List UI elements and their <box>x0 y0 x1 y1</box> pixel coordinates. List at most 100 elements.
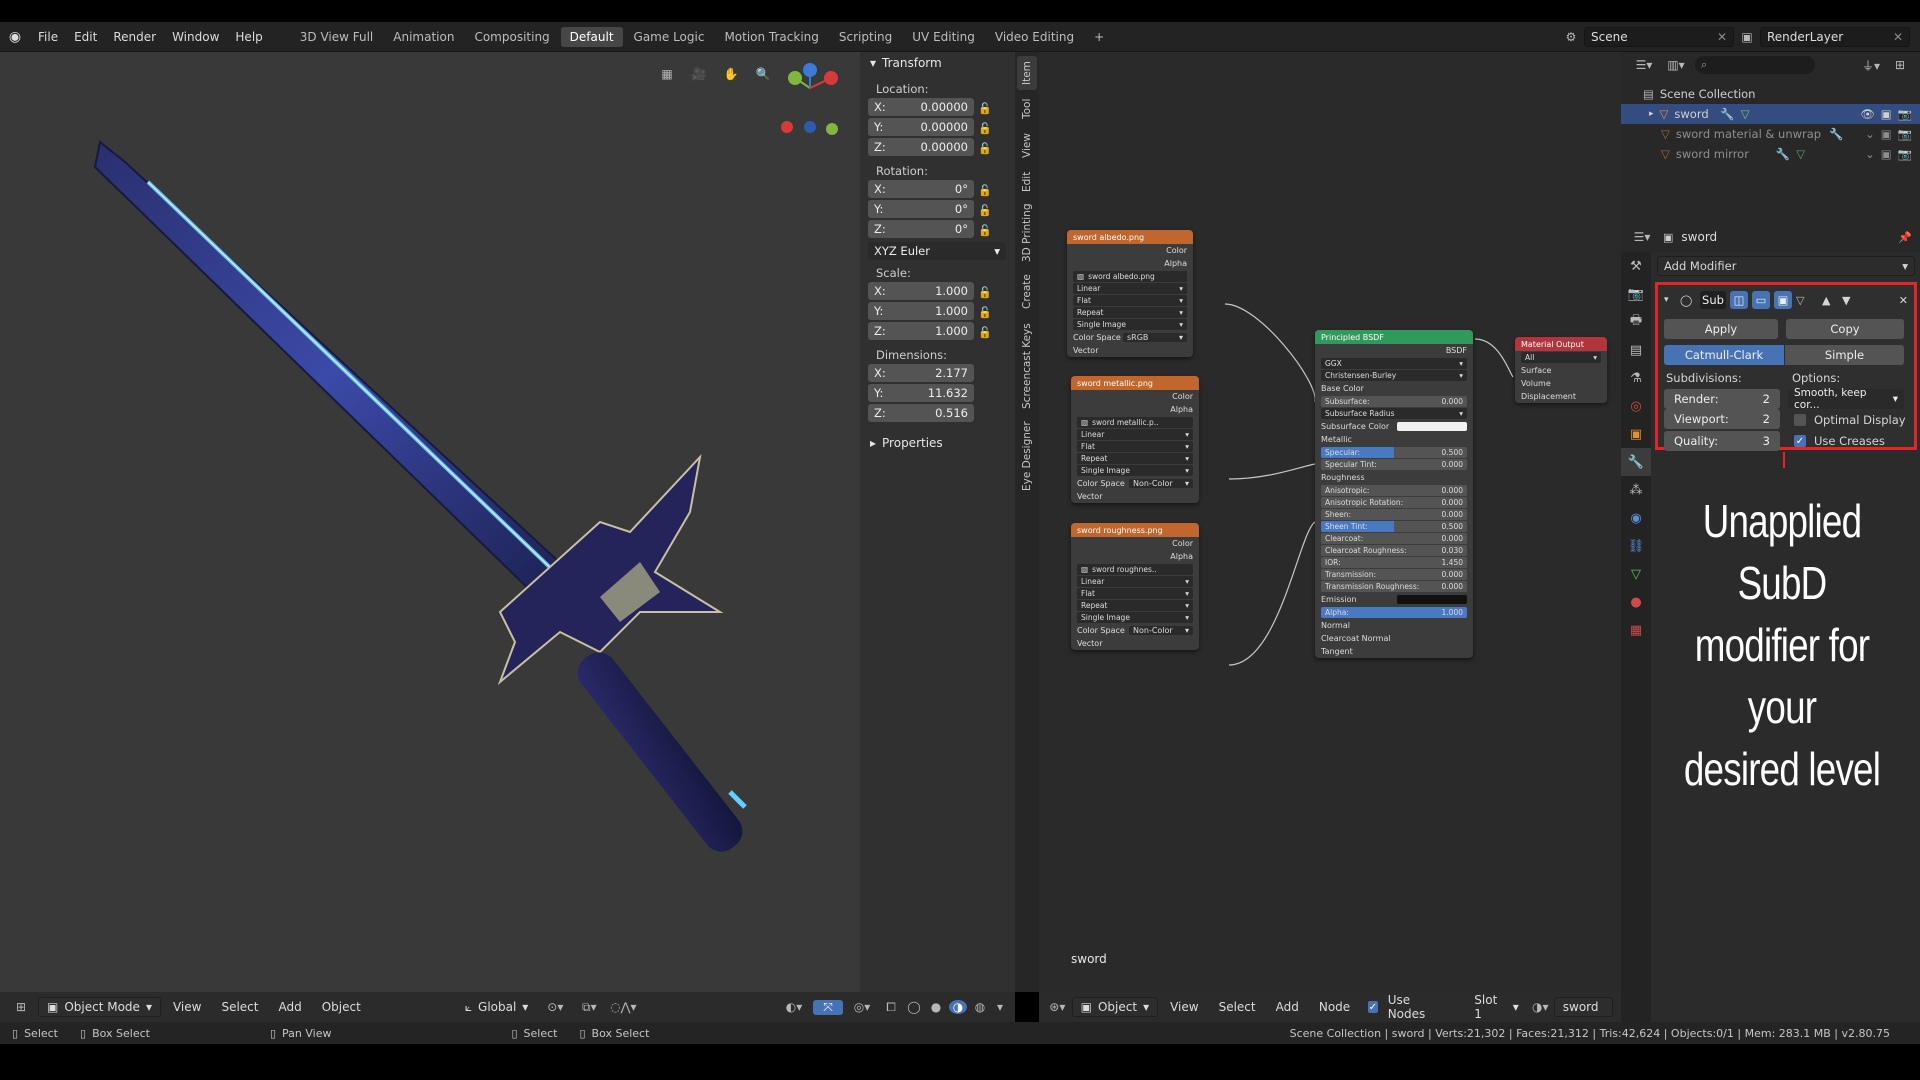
show-in-render-icon[interactable]: ▣ <box>1774 291 1792 309</box>
scale-field[interactable]: Z: 1.000 <box>868 322 974 340</box>
bsdf-slider[interactable]: Specular: 0.500 <box>1321 447 1467 458</box>
lock-icon[interactable]: 🔓 <box>974 204 996 217</box>
tab-view[interactable]: View <box>1017 130 1037 162</box>
modifier-name-field[interactable]: Sub <box>1700 291 1726 309</box>
node-header[interactable]: sword metallic.png <box>1071 376 1199 390</box>
object-mode-dropdown[interactable]: ▣ Object Mode ▾ <box>38 997 161 1017</box>
node-dropdown-source[interactable]: Single Image ▾ <box>1077 612 1193 623</box>
location-field[interactable]: Y: 0.00000 <box>868 118 974 136</box>
texture-tab-icon[interactable]: ▦ <box>1621 616 1651 644</box>
render-layer-icon[interactable]: ▣ <box>1734 30 1760 44</box>
wireframe-shading-icon[interactable]: ◯ <box>905 1000 923 1014</box>
location-field[interactable]: X: 0.00000 <box>868 98 974 116</box>
apply-button[interactable]: Apply <box>1664 319 1778 339</box>
show-in-viewport-icon[interactable]: ▭ <box>1752 291 1770 309</box>
viewport-menu-add[interactable]: Add <box>270 998 309 1016</box>
color-swatch[interactable] <box>1397 595 1467 604</box>
modifier-collapse-icon[interactable]: ▾ <box>1664 295 1676 305</box>
node-dropdown-ext[interactable]: Repeat ▾ <box>1077 600 1193 611</box>
render-toggle-icon[interactable]: 📷 <box>1898 107 1912 121</box>
lock-icon[interactable]: 🔓 <box>974 326 996 339</box>
data-tab-icon[interactable]: ▽ <box>1621 560 1651 588</box>
copy-button[interactable]: Copy <box>1786 319 1904 339</box>
remove-modifier-icon[interactable]: ✕ <box>1899 294 1908 307</box>
modifier-tab-icon[interactable]: 🔧 <box>1621 448 1651 476</box>
lock-icon[interactable]: 🔓 <box>974 306 996 319</box>
image-selector[interactable]: ▧ sword roughnes.. <box>1077 564 1193 575</box>
new-collection-icon[interactable]: ⊞ <box>1890 58 1910 72</box>
tab-eye-designer[interactable]: Eye Designer <box>1017 418 1037 494</box>
rotation-field[interactable]: Z: 0° <box>868 220 974 238</box>
tab-edit[interactable]: Edit <box>1017 168 1037 196</box>
node-menu-node[interactable]: Node <box>1311 998 1358 1016</box>
principled-bsdf-node[interactable]: Principled BSDF BSDF GGX ▾ Christensen-Burle… <box>1315 330 1473 658</box>
bsdf-slider[interactable]: Transmission: 0.000 <box>1321 569 1467 580</box>
scene-selector[interactable]: Scene ✕ <box>1584 26 1734 47</box>
tab-3d-printing[interactable]: 3D Printing <box>1017 202 1037 264</box>
gizmo-toggle-icon[interactable]: ⤧ <box>813 999 843 1015</box>
use-nodes-checkbox[interactable]: ✓ <box>1368 1001 1378 1013</box>
node-dropdown-proj[interactable]: Flat ▾ <box>1077 441 1193 452</box>
node-dropdown-ext[interactable]: Repeat ▾ <box>1077 453 1193 464</box>
render-layer-selector[interactable]: RenderLayer ✕ <box>1760 26 1910 47</box>
material-name-field[interactable]: sword <box>1553 997 1613 1017</box>
world-tab-icon[interactable]: ◎ <box>1621 392 1651 420</box>
outliner-search-field[interactable]: ⌕ <box>1695 56 1815 74</box>
dimension-field[interactable]: Y: 11.632 <box>868 384 974 402</box>
bsdf-slider[interactable]: IOR: 1.450 <box>1321 557 1467 568</box>
move-up-icon[interactable]: ▲ <box>1822 294 1838 307</box>
bsdf-color-input[interactable]: Subsurface Color <box>1315 420 1473 433</box>
use-creases-toggle[interactable]: ✓ Use Creases <box>1794 434 1885 448</box>
viewport-toggle-icon[interactable]: ▣ <box>1881 107 1892 121</box>
location-field[interactable]: Z: 0.00000 <box>868 138 974 156</box>
filter-icon[interactable]: ⏚▾ <box>1858 57 1884 74</box>
shader-type-dropdown[interactable]: ▣ Object ▾ <box>1071 997 1159 1017</box>
node-dropdown-interp[interactable]: Linear ▾ <box>1077 429 1193 440</box>
bsdf-dropdown-subsurface_method[interactable]: Christensen-Burley ▾ <box>1321 370 1467 381</box>
proportional-edit-icon[interactable]: ◌⋀▾ <box>608 1000 638 1014</box>
node-dropdown-interp[interactable]: Linear ▾ <box>1073 283 1187 294</box>
image-selector[interactable]: ▧ sword albedo.png <box>1073 271 1187 282</box>
catmull-clark-button[interactable]: Catmull-Clark <box>1664 345 1784 365</box>
image-texture-node[interactable]: sword albedo.png Color Alpha ▧ sword albedo.… <box>1067 230 1193 357</box>
quality-field[interactable]: Quality: 3 <box>1664 431 1780 451</box>
bsdf-input-select[interactable]: Subsurface Radius ▾ <box>1321 408 1467 419</box>
dimension-field[interactable]: Z: 0.516 <box>868 404 974 422</box>
workspace-tab-uv-editing[interactable]: UV Editing <box>903 27 984 47</box>
node-dropdown-interp[interactable]: Linear ▾ <box>1077 576 1193 587</box>
tab-screencast-keys[interactable]: Screencast Keys <box>1017 320 1037 412</box>
render-toggle-icon[interactable]: 📷 <box>1898 147 1912 161</box>
render-toggle-icon[interactable]: 📷 <box>1898 127 1912 141</box>
optimal-display-toggle[interactable]: Optimal Display <box>1794 413 1906 427</box>
properties-editor-icon[interactable]: ☰▾ <box>1629 230 1655 244</box>
camera-view-icon[interactable]: 🎥 <box>687 62 711 86</box>
show-in-editmode-icon[interactable]: ◫ <box>1730 291 1748 309</box>
scene-tab-icon[interactable]: ⚗ <box>1621 364 1651 392</box>
viewport-menu-object[interactable]: Object <box>314 998 369 1016</box>
close-layer-icon[interactable]: ✕ <box>1893 30 1903 44</box>
scale-field[interactable]: X: 1.000 <box>868 282 974 300</box>
bsdf-slider[interactable]: Sheen Tint: 0.500 <box>1321 521 1467 532</box>
workspace-tab-scripting[interactable]: Scripting <box>830 27 901 47</box>
use-creases-checkbox[interactable]: ✓ <box>1794 435 1806 447</box>
color-space-dropdown[interactable]: sRGB ▾ <box>1123 333 1187 342</box>
optimal-display-checkbox[interactable] <box>1794 414 1806 426</box>
lock-icon[interactable]: 🔓 <box>974 142 996 155</box>
pivot-icon[interactable]: ⊙▾ <box>540 1000 570 1014</box>
solid-shading-icon[interactable]: ● <box>927 1000 945 1014</box>
outliner-editor-icon[interactable]: ☰▾ <box>1631 58 1657 72</box>
bsdf-slider[interactable]: Anisotropic Rotation: 0.000 <box>1321 497 1467 508</box>
node-editor-type-icon[interactable]: ⊛▾ <box>1047 1000 1068 1014</box>
scale-field[interactable]: Y: 1.000 <box>868 302 974 320</box>
object-tab-icon[interactable]: ▣ <box>1621 420 1651 448</box>
node-dropdown-proj[interactable]: Flat ▾ <box>1073 295 1187 306</box>
node-header[interactable]: sword roughness.png <box>1071 523 1199 537</box>
tab-tool[interactable]: Tool <box>1017 94 1037 124</box>
move-down-icon[interactable]: ▼ <box>1842 294 1858 307</box>
node-menu-select[interactable]: Select <box>1211 998 1264 1016</box>
bsdf-slider[interactable]: Specular Tint: 0.000 <box>1321 459 1467 470</box>
menu-edit[interactable]: Edit <box>66 30 105 44</box>
snap-icon[interactable]: ⧉▾ <box>574 1000 604 1015</box>
dimension-field[interactable]: X: 2.177 <box>868 364 974 382</box>
node-menu-view[interactable]: View <box>1162 998 1206 1016</box>
